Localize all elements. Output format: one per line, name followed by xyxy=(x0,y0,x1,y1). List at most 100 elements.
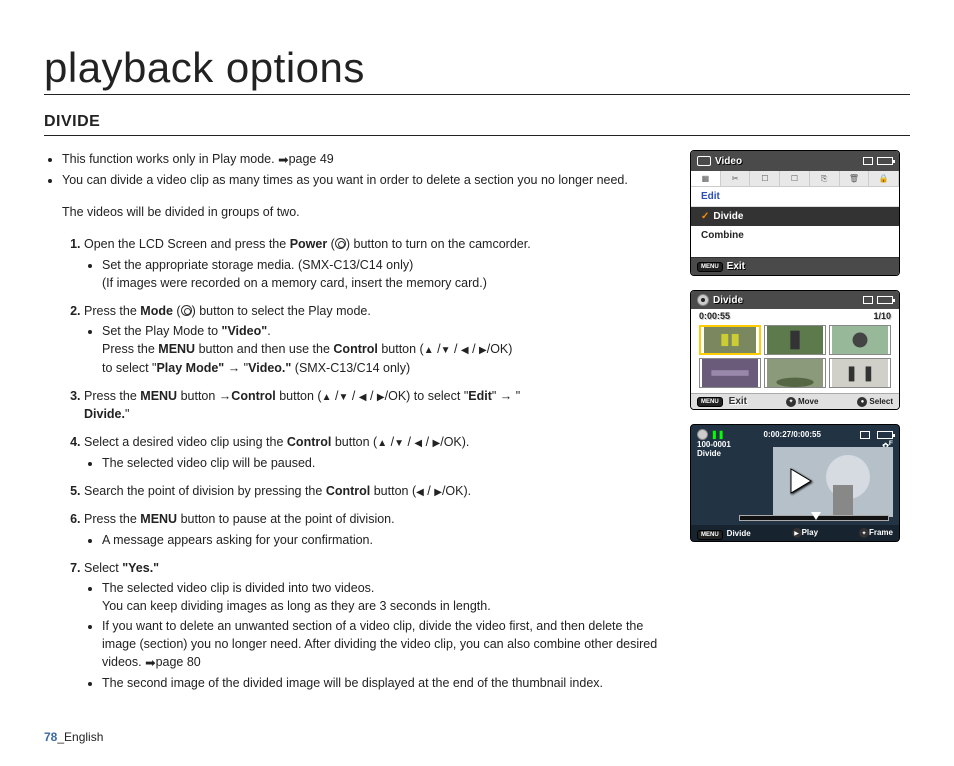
page-number: 78 xyxy=(44,730,57,744)
thumbnail xyxy=(829,358,891,388)
play-label: Play xyxy=(802,528,818,537)
frame-label: Frame xyxy=(869,528,893,537)
screen-thumbnail-index: Divide 0:00:55 1/10 MENUExit ✦Move ●Sele… xyxy=(690,290,900,410)
t: Divide. xyxy=(84,407,125,421)
t: Set the appropriate storage media. (SMX-… xyxy=(102,258,413,272)
thumbnail-selected xyxy=(699,325,761,355)
t: Press the xyxy=(84,512,140,526)
t: /OK) to select " xyxy=(385,389,469,403)
section-title: DIVIDE xyxy=(44,113,910,136)
t: Press the xyxy=(84,389,140,403)
menu-button-icon: MENU xyxy=(697,530,723,540)
t: button to turn on the camcorder. xyxy=(350,237,531,251)
left-icon: ◀ xyxy=(461,344,469,359)
t: button to select the Play mode. xyxy=(196,304,371,318)
screenshots-column: Video ▦✂☐☐⎘🗑🔒 Edit Divide Combine MENU E… xyxy=(690,150,910,703)
progress-knob xyxy=(811,512,821,520)
t: You can keep dividing images as long as … xyxy=(102,599,491,613)
t: button → xyxy=(177,389,231,403)
select-label: Select xyxy=(869,397,893,406)
t: MENU xyxy=(140,389,177,403)
menu-button-icon: MENU xyxy=(697,262,723,272)
t: Edit xyxy=(468,389,492,403)
arrow-right-icon: ➡ xyxy=(145,654,155,672)
gear-icon xyxy=(697,294,709,306)
down-icon: ▼ xyxy=(338,391,348,406)
sub-item: If you want to delete an unwanted sectio… xyxy=(102,617,670,672)
play-icon: ▶ xyxy=(792,528,802,538)
sub-item: The second image of the divided image wi… xyxy=(102,674,670,692)
screen-edit-menu: Video ▦✂☐☐⎘🗑🔒 Edit Divide Combine MENU E… xyxy=(690,150,900,276)
t: /OK). xyxy=(440,435,469,449)
select-icon: ● xyxy=(857,397,867,407)
intro-item: You can divide a video clip as many time… xyxy=(62,171,670,189)
t: "Yes." xyxy=(122,561,159,575)
right-icon: ▶ xyxy=(377,391,385,406)
down-icon: ▼ xyxy=(441,344,451,359)
screen2-time: 0:00:55 xyxy=(699,311,730,321)
power-icon xyxy=(335,238,346,249)
intro-sub: The videos will be divided in groups of … xyxy=(62,203,670,221)
step-6: Press the MENU button to pause at the po… xyxy=(84,510,670,548)
video-icon xyxy=(697,156,711,166)
tab-icon: ✂ xyxy=(721,171,751,186)
t: button and then use the xyxy=(195,342,333,356)
t: /OK) xyxy=(487,342,513,356)
menu-edit: Edit xyxy=(691,187,899,207)
t: " xyxy=(125,407,129,421)
up-icon: ▲ xyxy=(322,391,332,406)
t: Control xyxy=(333,342,377,356)
exit-label: Exit xyxy=(727,261,745,272)
t: Control xyxy=(231,389,275,403)
body-text: This function works only in Play mode. ➡… xyxy=(44,150,670,703)
sub-item: Set the appropriate storage media. (SMX-… xyxy=(102,256,670,292)
step-3: Press the MENU button →Control button (▲… xyxy=(84,387,670,424)
tab-icon: ▦ xyxy=(691,171,721,186)
screen2-title: Divide xyxy=(713,295,743,306)
step-4: Select a desired video clip using the Co… xyxy=(84,433,670,472)
t: Search the point of division by pressing… xyxy=(84,484,326,498)
t: Open the LCD Screen and press the xyxy=(84,237,290,251)
card-icon xyxy=(863,296,873,304)
intro-item: This function works only in Play mode. ➡… xyxy=(62,150,670,169)
down-icon: ▼ xyxy=(394,437,404,452)
t: The selected video clip is divided into … xyxy=(102,581,374,595)
step-5: Search the point of division by pressing… xyxy=(84,482,670,501)
tab-row: ▦✂☐☐⎘🗑🔒 xyxy=(691,171,899,187)
page-lang: _English xyxy=(57,730,103,744)
focus-icon: F xyxy=(889,440,893,447)
divide-label: Divide xyxy=(727,529,751,538)
move-label: Move xyxy=(798,397,818,406)
t: Select xyxy=(84,561,122,575)
up-icon: ▲ xyxy=(424,344,434,359)
progress-bar xyxy=(739,515,889,521)
page-ref: page 80 xyxy=(156,655,201,669)
page-ref: page 49 xyxy=(289,152,334,166)
t: Press the xyxy=(102,342,158,356)
gear-icon xyxy=(697,429,708,440)
t: Select a desired video clip using the xyxy=(84,435,287,449)
sub-item: The selected video clip is divided into … xyxy=(102,579,670,615)
t: Control xyxy=(287,435,331,449)
exit-label: Exit xyxy=(729,396,747,407)
screen-playback: ❚❚ 0:00:27/0:00:55 100-0001 ✿F Divide xyxy=(690,424,900,542)
card-icon xyxy=(863,157,873,165)
right-icon: ▶ xyxy=(434,486,442,501)
step-2: Press the Mode () button to select the P… xyxy=(84,302,670,377)
intro-text: This function works only in Play mode. xyxy=(62,152,275,166)
tab-icon: ☐ xyxy=(750,171,780,186)
t: button ( xyxy=(331,435,377,449)
t: button ( xyxy=(276,389,322,403)
sub-item: The selected video clip will be paused. xyxy=(102,454,670,472)
menu-divide: Divide xyxy=(691,207,899,226)
thumbnail xyxy=(764,358,826,388)
play-overlay-icon xyxy=(787,467,815,497)
mode-icon xyxy=(181,305,192,316)
t: Control xyxy=(326,484,370,498)
battery-icon xyxy=(877,431,893,439)
screen3-time: 0:00:27/0:00:55 xyxy=(764,430,821,439)
battery-icon xyxy=(877,296,893,304)
t: Press the xyxy=(84,304,140,318)
step-7: Select "Yes." The selected video clip is… xyxy=(84,559,670,693)
t: Video." xyxy=(248,361,291,375)
